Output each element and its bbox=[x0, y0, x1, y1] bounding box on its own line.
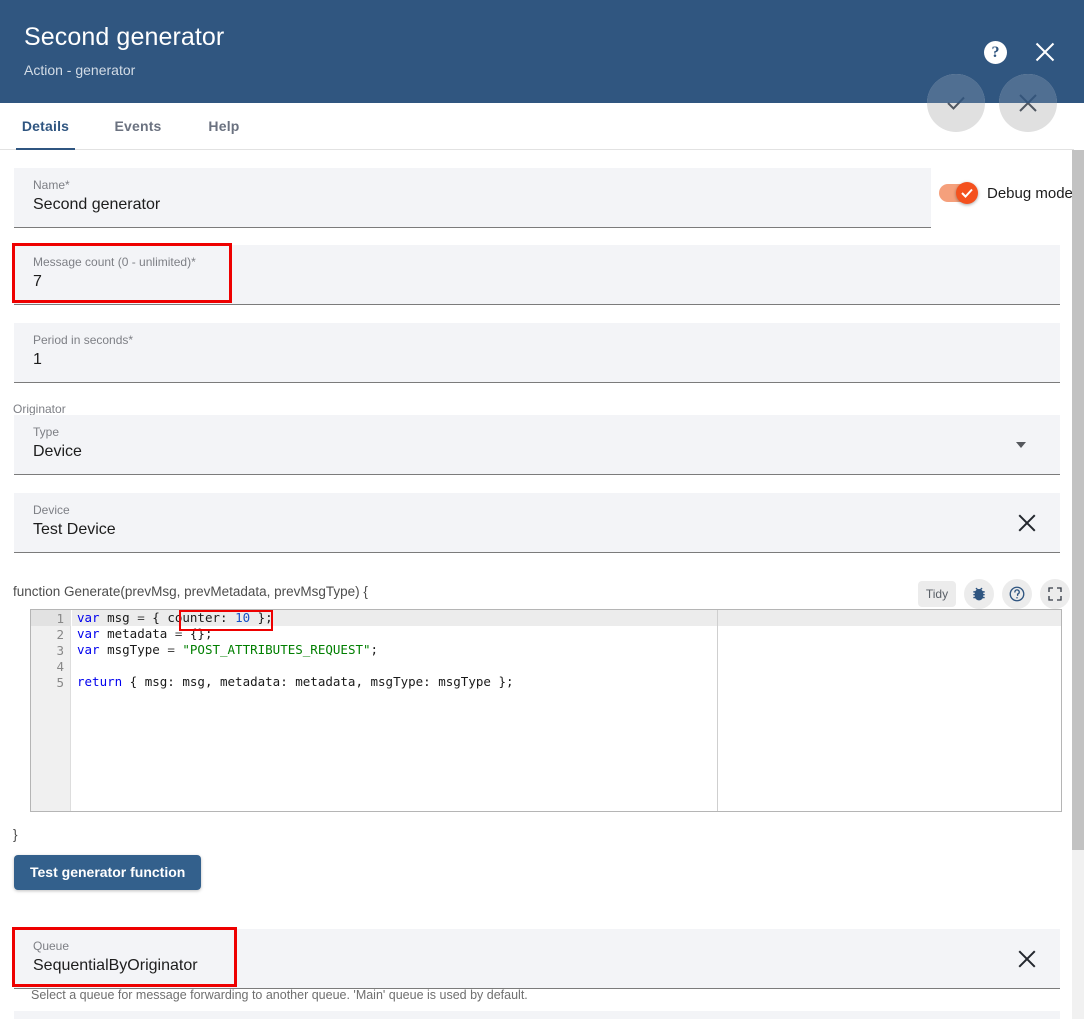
line-number: 5 bbox=[56, 675, 64, 690]
name-field-label: Name* bbox=[33, 178, 70, 192]
tab-details[interactable]: Details bbox=[16, 103, 75, 150]
tab-events-label: Events bbox=[114, 118, 162, 134]
clear-device-icon[interactable] bbox=[1016, 512, 1038, 534]
line-number: 2 bbox=[56, 627, 64, 642]
period-field[interactable]: Period in seconds* 1 bbox=[14, 323, 1060, 383]
message-count-field[interactable]: Message count (0 - unlimited)* 7 bbox=[14, 245, 1060, 305]
device-value: Test Device bbox=[33, 521, 116, 538]
test-generator-function-button[interactable]: Test generator function bbox=[14, 855, 202, 890]
message-count-label: Message count (0 - unlimited)* bbox=[33, 255, 196, 269]
discard-changes-button[interactable] bbox=[999, 74, 1057, 132]
header-scrollbar-filler bbox=[1072, 0, 1084, 103]
editor-toolbar: Tidy bbox=[918, 579, 1070, 609]
queue-field[interactable]: Queue SequentialByOriginator bbox=[14, 929, 1060, 989]
tab-help-label: Help bbox=[208, 118, 240, 134]
device-label: Device bbox=[33, 503, 70, 517]
tab-details-label: Details bbox=[21, 118, 70, 134]
line-number: 3 bbox=[56, 643, 64, 658]
queue-hint-text: Select a queue for message forwarding to… bbox=[31, 988, 528, 1002]
dialog-header: Second generator Action - generator ? bbox=[0, 0, 1074, 103]
code-line: var msg = { counter: 10 }; bbox=[77, 610, 273, 625]
name-field[interactable]: Name* Second generator bbox=[14, 168, 931, 228]
code-line: return { msg: msg, metadata: metadata, m… bbox=[77, 674, 514, 689]
generator-function-signature: function Generate(prevMsg, prevMetadata,… bbox=[13, 584, 368, 599]
period-label: Period in seconds* bbox=[33, 333, 134, 347]
debug-mode-toggle[interactable]: Debug mode bbox=[939, 182, 1072, 204]
message-count-value: 7 bbox=[33, 273, 42, 290]
code-line: var msgType = "POST_ATTRIBUTES_REQUEST"; bbox=[77, 642, 379, 657]
debug-mode-toggle-thumb bbox=[956, 182, 978, 204]
js-code-editor[interactable]: 1 2 3 4 5 var msg = { counter: 10 }; var … bbox=[30, 609, 1062, 812]
tab-bar: Details Events Help bbox=[0, 103, 1074, 150]
queue-value: SequentialByOriginator bbox=[33, 957, 198, 974]
help-circle-icon[interactable]: ? bbox=[984, 41, 1007, 64]
queue-label: Queue bbox=[33, 939, 70, 953]
next-field-partial[interactable] bbox=[14, 1011, 1060, 1019]
editor-code-content[interactable]: var msg = { counter: 10 }; var metadata =… bbox=[77, 610, 747, 690]
device-field[interactable]: Device Test Device bbox=[14, 493, 1060, 553]
page-subtitle: Action - generator bbox=[24, 62, 136, 78]
period-value: 1 bbox=[33, 351, 42, 368]
chevron-down-icon[interactable] bbox=[1016, 441, 1026, 448]
apply-changes-button[interactable] bbox=[927, 74, 985, 132]
editor-right-pane-header bbox=[718, 610, 1061, 626]
originator-type-label: Type bbox=[33, 425, 60, 439]
originator-type-select[interactable]: Type Device bbox=[14, 415, 1060, 475]
originator-type-value: Device bbox=[33, 443, 82, 460]
tab-events[interactable]: Events bbox=[107, 103, 169, 150]
generator-function-closing-brace: } bbox=[13, 827, 18, 842]
help-circle-icon[interactable] bbox=[1002, 579, 1032, 609]
line-number: 1 bbox=[56, 611, 64, 626]
debug-mode-label: Debug mode bbox=[987, 184, 1072, 202]
page-title: Second generator bbox=[24, 23, 225, 51]
editor-line-gutter: 1 2 3 4 5 bbox=[31, 610, 71, 811]
modal-dialog: Second generator Action - generator ? De… bbox=[0, 0, 1084, 1019]
close-icon[interactable] bbox=[1032, 39, 1058, 65]
tab-help[interactable]: Help bbox=[199, 103, 249, 150]
close-icon bbox=[999, 74, 1057, 132]
clear-queue-icon[interactable] bbox=[1016, 948, 1038, 970]
tidy-button[interactable]: Tidy bbox=[918, 581, 956, 607]
page-scrollbar-thumb[interactable] bbox=[1072, 150, 1084, 850]
fullscreen-icon[interactable] bbox=[1040, 579, 1070, 609]
check-icon bbox=[927, 74, 985, 132]
line-number: 4 bbox=[56, 659, 64, 674]
name-field-value: Second generator bbox=[33, 196, 161, 213]
bug-icon[interactable] bbox=[964, 579, 994, 609]
originator-section-label: Originator bbox=[13, 402, 66, 416]
code-line: var metadata = {}; bbox=[77, 626, 213, 641]
debug-mode-toggle-track bbox=[939, 182, 978, 204]
